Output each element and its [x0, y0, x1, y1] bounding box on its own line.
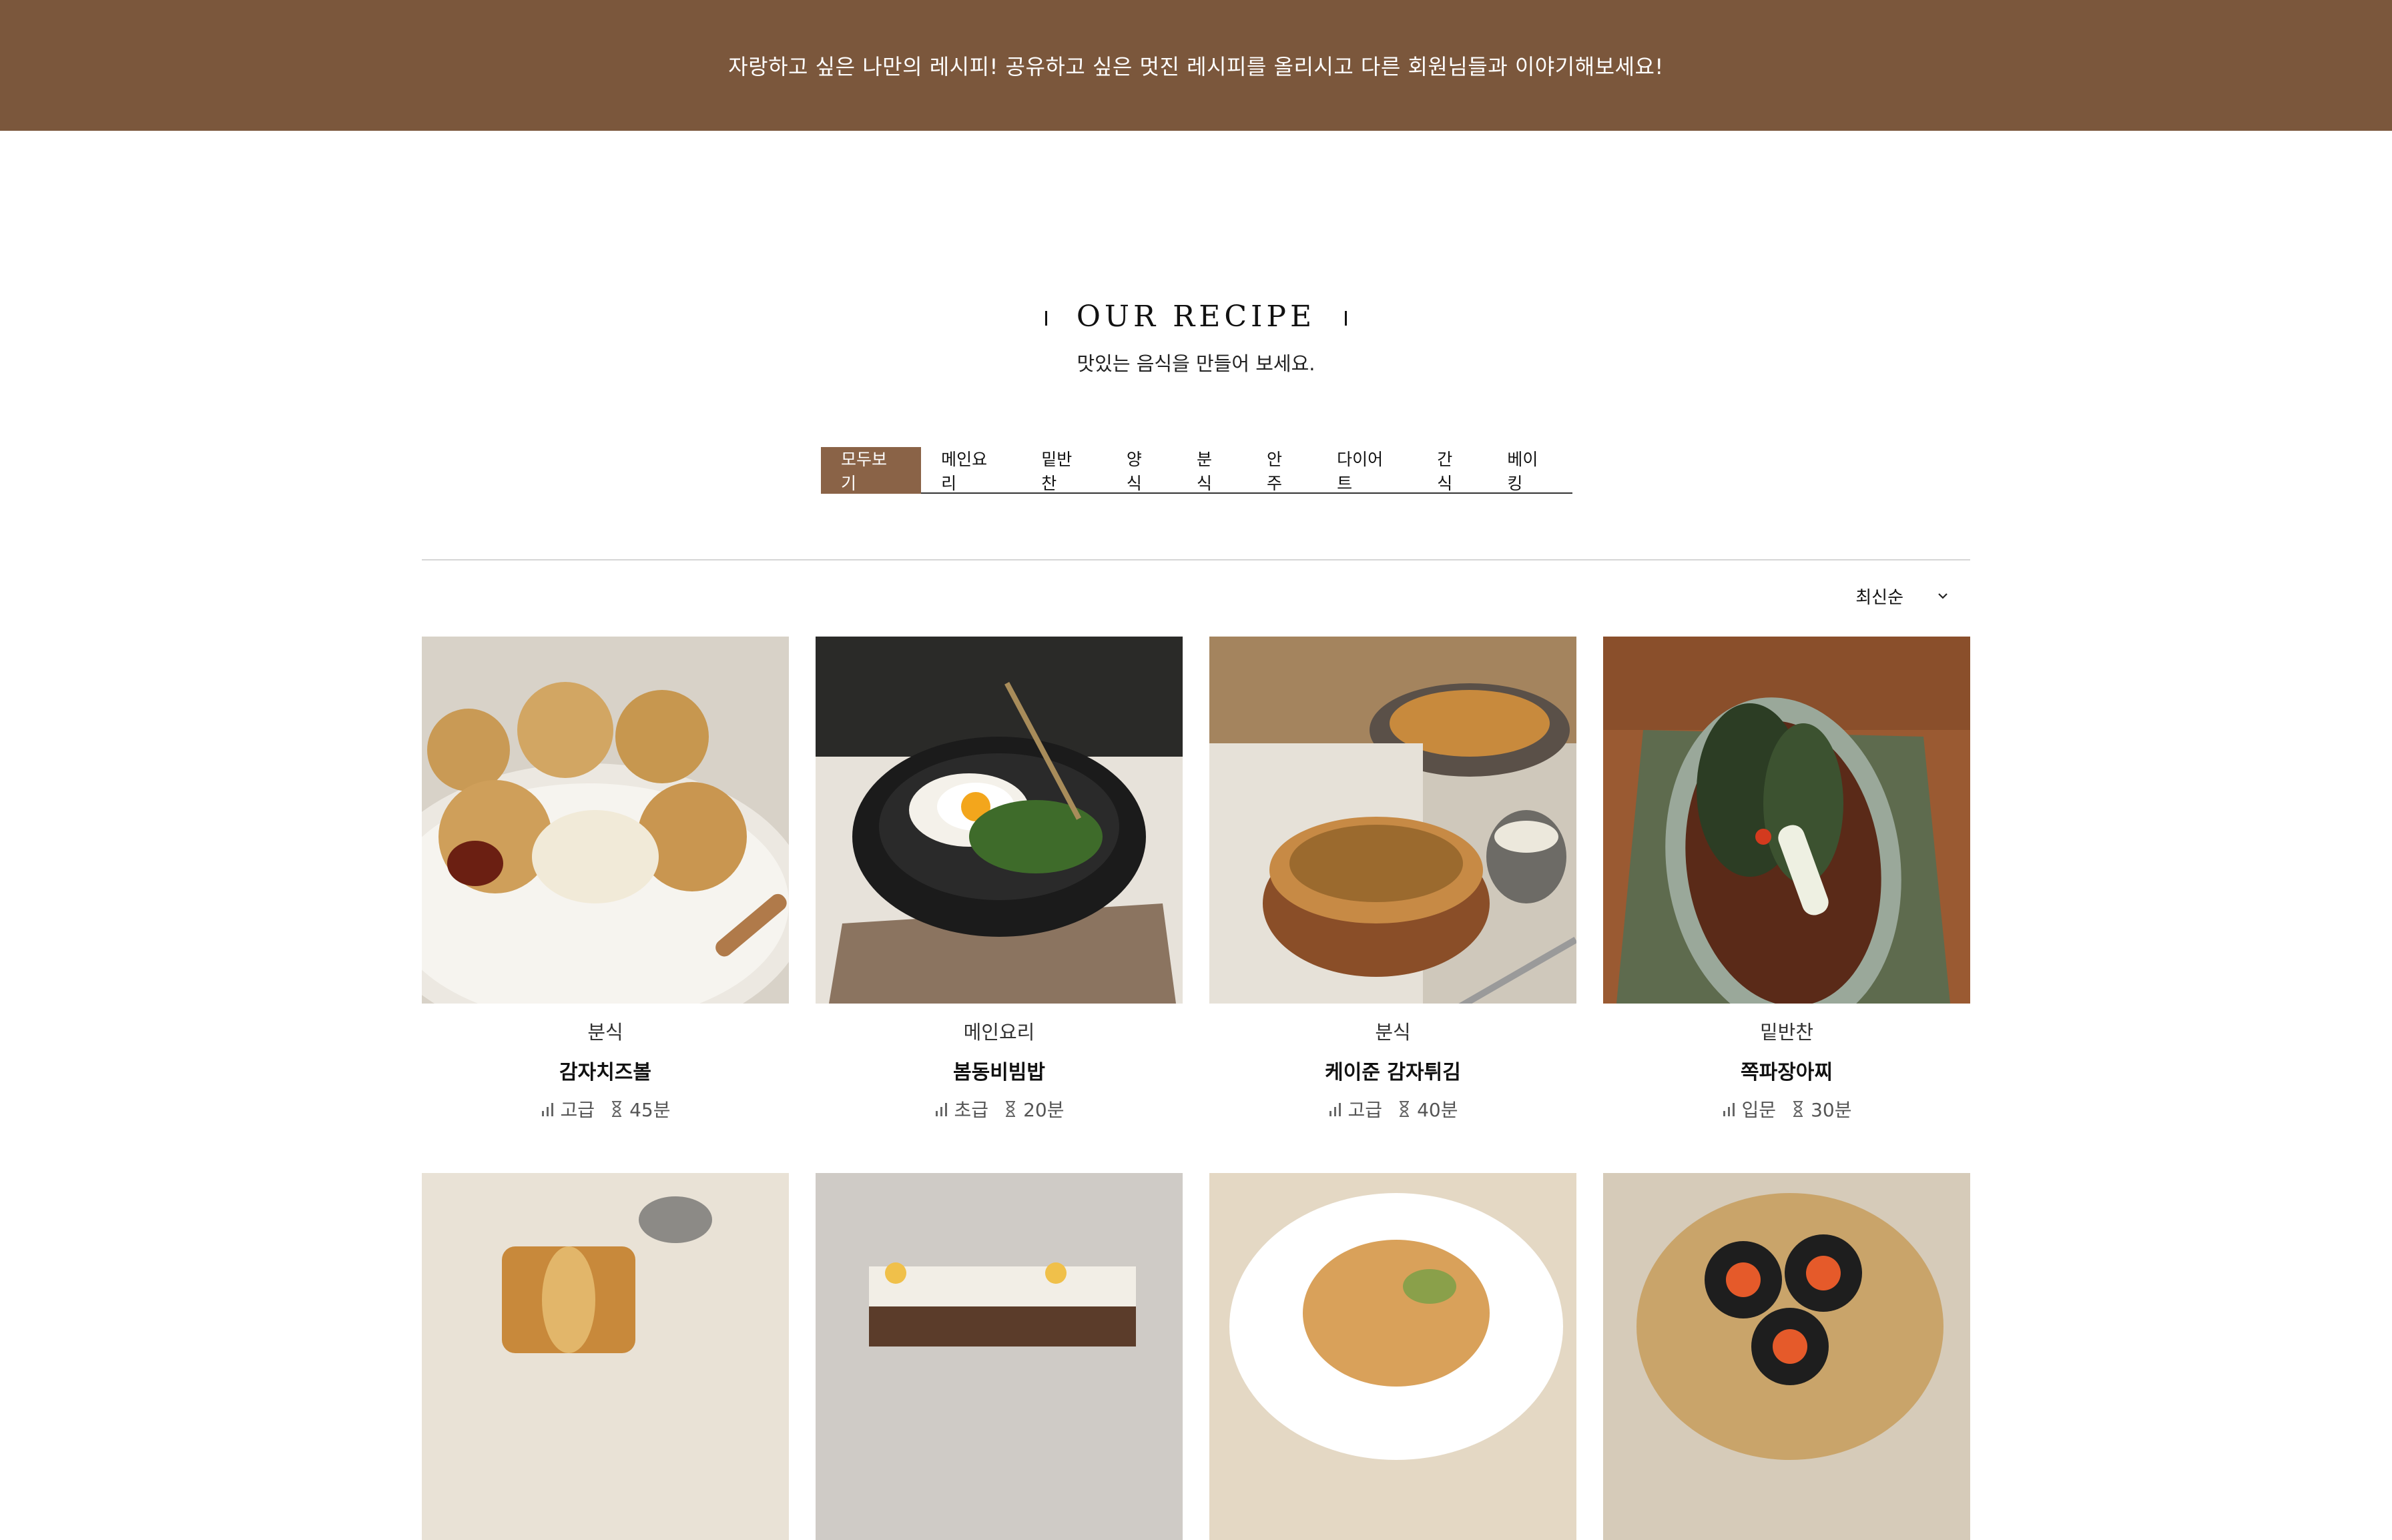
tab-western[interactable]: 양식: [1107, 447, 1177, 494]
recipe-card[interactable]: 메인요리 봄동비빔밥 초급 20분: [816, 637, 1183, 1145]
recipe-category: 분식: [1375, 1021, 1411, 1044]
section-title-text: OUR RECIPE: [1076, 299, 1316, 334]
recipe-level: 고급: [541, 1096, 595, 1122]
sort-selected: 최신순: [1855, 587, 1903, 608]
level-bars-icon: [1329, 1103, 1341, 1116]
tab-snack-food[interactable]: 분식: [1177, 447, 1247, 494]
recipe-name: 쪽파장아찌: [1741, 1061, 1833, 1084]
recipe-time-text: 30분: [1811, 1099, 1852, 1121]
tab-all[interactable]: 모두보기: [821, 447, 922, 494]
recipe-image-scallion-pickle[interactable]: [1603, 637, 1970, 1004]
recipe-grid: 분식 감자치즈볼 고급 45분 메인요리 봄동비빔밥 초급 20분 분식 케이준…: [422, 637, 1970, 1540]
section-divider: [422, 559, 1970, 560]
section-title: OUR RECIPE: [422, 296, 1970, 336]
recipe-image-kimbap[interactable]: [1603, 1173, 1970, 1540]
chevron-down-icon: [1938, 593, 1948, 599]
recipe-card[interactable]: [1603, 1173, 1970, 1540]
recipe-category: 밑반찬: [1759, 1021, 1814, 1044]
recipe-card[interactable]: 밑반찬 쪽파장아찌 입문 30분: [1603, 637, 1970, 1145]
recipe-card[interactable]: [1209, 1173, 1576, 1540]
level-bars-icon: [935, 1103, 947, 1116]
banner-text: 자랑하고 싶은 나만의 레시피! 공유하고 싶은 멋진 레시피를 올리시고 다른…: [728, 54, 1664, 79]
tab-diet[interactable]: 다이어트: [1317, 447, 1417, 494]
recipe-image-layer-cake[interactable]: [816, 1173, 1183, 1540]
hourglass-icon: [612, 1101, 622, 1117]
recipe-time-text: 20분: [1023, 1099, 1065, 1121]
recipe-level-text: 고급: [1348, 1099, 1383, 1121]
recipe-level-text: 입문: [1741, 1099, 1777, 1121]
recipe-time: 20분: [1003, 1096, 1064, 1122]
recipe-time-text: 40분: [1417, 1099, 1458, 1121]
recipe-name: 케이준 감자튀김: [1325, 1061, 1461, 1084]
tab-side-dish[interactable]: 밑반찬: [1021, 447, 1107, 494]
recipe-card[interactable]: [816, 1173, 1183, 1540]
title-left-bar: [1044, 311, 1047, 326]
recipe-time: 30분: [1791, 1096, 1851, 1122]
title-right-bar: [1345, 311, 1348, 326]
category-tabs: 모두보기 메인요리 밑반찬 양식 분식 안주 다이어트 간식 베이킹: [821, 447, 1572, 494]
recipe-card[interactable]: 분식 케이준 감자튀김 고급 40분: [1209, 637, 1576, 1145]
tab-dessert[interactable]: 간식: [1417, 447, 1487, 494]
tab-drinking-snacks[interactable]: 안주: [1247, 447, 1317, 494]
recipe-level-text: 초급: [954, 1099, 989, 1121]
recipe-level-text: 고급: [560, 1099, 595, 1121]
recipe-image-cheese-balls[interactable]: [422, 637, 789, 1004]
recipe-name: 봄동비빔밥: [953, 1061, 1045, 1084]
recipe-time-text: 45분: [629, 1099, 671, 1121]
recipe-time: 45분: [609, 1096, 670, 1122]
recipe-image-bibimbap[interactable]: [816, 637, 1183, 1004]
hourglass-icon: [1793, 1101, 1803, 1117]
recipe-name: 감자치즈볼: [559, 1061, 651, 1084]
recipe-card[interactable]: 분식 감자치즈볼 고급 45분: [422, 637, 789, 1145]
level-bars-icon: [1723, 1103, 1735, 1116]
tab-main-dish[interactable]: 메인요리: [921, 447, 1021, 494]
recipe-level: 고급: [1328, 1096, 1383, 1122]
recipe-time: 40분: [1397, 1096, 1458, 1122]
hourglass-icon: [1400, 1101, 1410, 1117]
hourglass-icon: [1006, 1101, 1016, 1117]
recipe-category: 분식: [587, 1021, 623, 1044]
level-bars-icon: [541, 1103, 553, 1116]
recipe-card[interactable]: [422, 1173, 789, 1540]
recipe-level: 초급: [934, 1096, 989, 1122]
recipe-category: 메인요리: [963, 1021, 1035, 1044]
recipe-image-pasta[interactable]: [1209, 1173, 1576, 1540]
sort-dropdown[interactable]: 최신순: [1855, 579, 1950, 613]
top-banner: 자랑하고 싶은 나만의 레시피! 공유하고 싶은 멋진 레시피를 올리시고 다른…: [0, 0, 2392, 131]
tab-baking[interactable]: 베이킹: [1487, 447, 1572, 494]
section-subtitle: 맛있는 음식을 만들어 보세요.: [1077, 352, 1315, 375]
recipe-image-cajun-fries[interactable]: [1209, 637, 1576, 1004]
recipe-level: 입문: [1722, 1096, 1777, 1122]
recipe-image-roll-cake[interactable]: [422, 1173, 789, 1540]
